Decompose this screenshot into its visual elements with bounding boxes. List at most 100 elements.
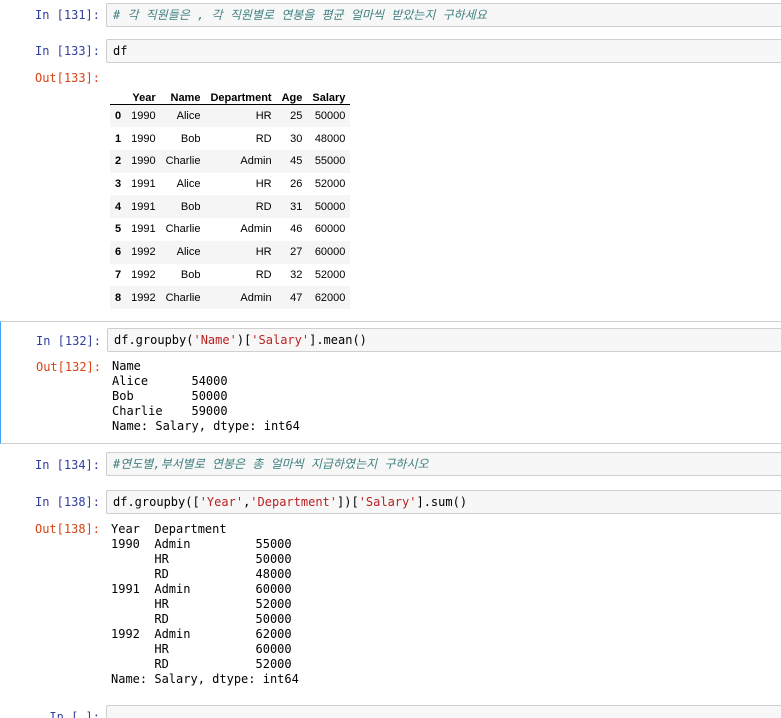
notebook-cell-empty[interactable]: In [ ]: <box>0 700 781 718</box>
table-cell: 26 <box>290 178 303 191</box>
output-text: Name Alice 54000 Bob 50000 Charlie 59000… <box>112 359 300 433</box>
input-prompt: In [133]: <box>34 44 100 58</box>
row-index: 5 <box>115 223 122 236</box>
table-cell: 48000 <box>314 132 346 145</box>
table-cell: 50000 <box>314 200 346 213</box>
table-cell: HR <box>255 178 272 191</box>
code-string: 'Name' <box>193 333 237 347</box>
code-token: ].sum() <box>416 495 468 509</box>
table-cell: Bob <box>180 200 201 213</box>
table-cell: Charlie <box>165 291 201 304</box>
table-cell: 1990 <box>131 155 156 168</box>
code-string: 'Salary' <box>358 495 417 509</box>
table-cell: 50000 <box>314 110 346 123</box>
row-index: 2 <box>115 155 122 168</box>
table-cell: RD <box>255 268 272 281</box>
table-cell: 1991 <box>131 223 156 236</box>
code-input[interactable]: df <box>106 39 781 63</box>
notebook-cell-131[interactable]: In [131]: # 각 직원들은 , 각 직원별로 연봉을 평균 얼마씩 받… <box>0 0 781 30</box>
output-prompt: Out[138]: <box>34 522 100 536</box>
table-cell: 27 <box>290 246 303 259</box>
code-comment: # 각 직원들은 , 각 직원별로 연봉을 평균 얼마씩 받았는지 구하세요 <box>113 8 487 22</box>
table-cell: 52000 <box>314 268 346 281</box>
input-prompt: In [131]: <box>34 8 100 22</box>
table-cell: Charlie <box>165 223 201 236</box>
table-cell: RD <box>255 132 272 145</box>
table-row: 6 1992 Alice HR 27 60000 <box>110 240 351 264</box>
code-text: df <box>113 44 128 58</box>
table-cell: 32 <box>290 268 303 281</box>
table-cell: 60000 <box>314 246 346 259</box>
table-cell: 31 <box>290 200 303 213</box>
table-row: 2 1990 Charlie Admin 45 55000 <box>110 150 351 173</box>
table-cell: 30 <box>290 132 303 145</box>
code-comment: #연도별,부서별로 연봉은 총 얼마씩 지급하였는지 구하시오 <box>113 457 429 471</box>
input-prompt: In [138]: <box>34 495 100 509</box>
column-header: Age <box>276 81 308 105</box>
code-text: df.groupby(['Year','Department'])['Salar… <box>113 494 467 510</box>
table-cell: 45 <box>290 155 303 168</box>
code-input[interactable]: #연도별,부서별로 연봉은 총 얼마씩 지급하였는지 구하시오 <box>106 452 781 476</box>
table-cell: 1990 <box>131 132 156 145</box>
input-prompt: In [132]: <box>35 334 101 348</box>
table-cell: Alice <box>176 178 201 191</box>
column-header: Salary <box>307 81 351 105</box>
code-input[interactable]: # 각 직원들은 , 각 직원별로 연봉을 평균 얼마씩 받았는지 구하세요 <box>106 3 781 27</box>
table-cell: 1992 <box>131 291 156 304</box>
output-text: Year Department 1990 Admin 55000 HR 5000… <box>111 522 299 686</box>
table-row: 7 1992 Bob RD 32 52000 <box>110 264 350 287</box>
row-index: 0 <box>115 110 122 123</box>
code-string: 'Department' <box>250 495 337 509</box>
code-token: ].mean() <box>309 333 367 347</box>
table-row: 0 1990 Alice HR 25 50000 <box>110 104 351 128</box>
output-prompt: Out[133]: <box>34 71 100 85</box>
table-cell: 1991 <box>131 200 156 213</box>
table-row: 8 1992 Charlie Admin 47 62000 <box>110 286 351 309</box>
dataframe-table: Year Name Department Age Salary 0 1990 Alice HR… <box>110 81 351 309</box>
code-token: )[ <box>236 333 252 347</box>
table-cell: HR <box>255 246 272 259</box>
code-token: ])[ <box>337 495 359 509</box>
row-index: 6 <box>115 246 122 259</box>
table-cell: 1990 <box>131 110 156 123</box>
code-string: 'Year' <box>199 495 244 509</box>
input-prompt: In [ ]: <box>49 710 100 718</box>
code-string: 'Salary' <box>251 333 310 347</box>
notebook-cell-138[interactable]: In [138]: df.groupby(['Year','Department… <box>0 487 781 692</box>
table-cell: Alice <box>176 246 201 259</box>
row-index: 1 <box>115 132 122 145</box>
table-cell: 60000 <box>314 223 346 236</box>
notebook-cell-134[interactable]: In [134]: #연도별,부서별로 연봉은 총 얼마씩 지급하였는지 구하시… <box>0 450 781 480</box>
table-cell: 25 <box>290 110 303 123</box>
row-index: 8 <box>115 291 122 304</box>
column-header: Department <box>205 81 277 105</box>
table-cell: Admin <box>240 223 272 236</box>
column-header <box>110 81 127 105</box>
table-cell: Admin <box>240 291 272 304</box>
table-cell: 47 <box>290 291 303 304</box>
table-cell: 55000 <box>314 155 346 168</box>
code-text: df.groupby('Name')['Salary'].mean() <box>114 332 367 348</box>
table-row: 1 1990 Bob RD 30 48000 <box>110 127 350 150</box>
output-prompt: Out[132]: <box>35 360 101 374</box>
table-cell: 52000 <box>314 178 346 191</box>
code-token: df.groupby([ <box>113 495 200 509</box>
row-index: 7 <box>115 268 122 281</box>
notebook-cell-132[interactable]: In [132]: df.groupby('Name')['Salary'].m… <box>0 321 781 444</box>
table-row: 4 1991 Bob RD 31 50000 <box>110 195 351 219</box>
input-prompt: In [134]: <box>34 458 100 472</box>
column-header: Name <box>160 81 206 105</box>
code-input[interactable]: df.groupby('Name')['Salary'].mean() <box>107 328 781 352</box>
table-cell: Charlie <box>165 155 201 168</box>
table-cell: 1992 <box>131 246 156 259</box>
code-token: df.groupby( <box>114 333 194 347</box>
table-cell: HR <box>255 110 272 123</box>
table-cell: Admin <box>240 155 272 168</box>
table-cell: 1992 <box>131 268 156 281</box>
code-input[interactable] <box>106 705 781 718</box>
table-cell: 46 <box>290 223 303 236</box>
code-input[interactable]: df.groupby(['Year','Department'])['Salar… <box>106 490 781 514</box>
table-cell: 1991 <box>131 178 156 191</box>
row-index: 4 <box>115 200 122 213</box>
table-row: 3 1991 Alice HR 26 52000 <box>110 173 350 196</box>
